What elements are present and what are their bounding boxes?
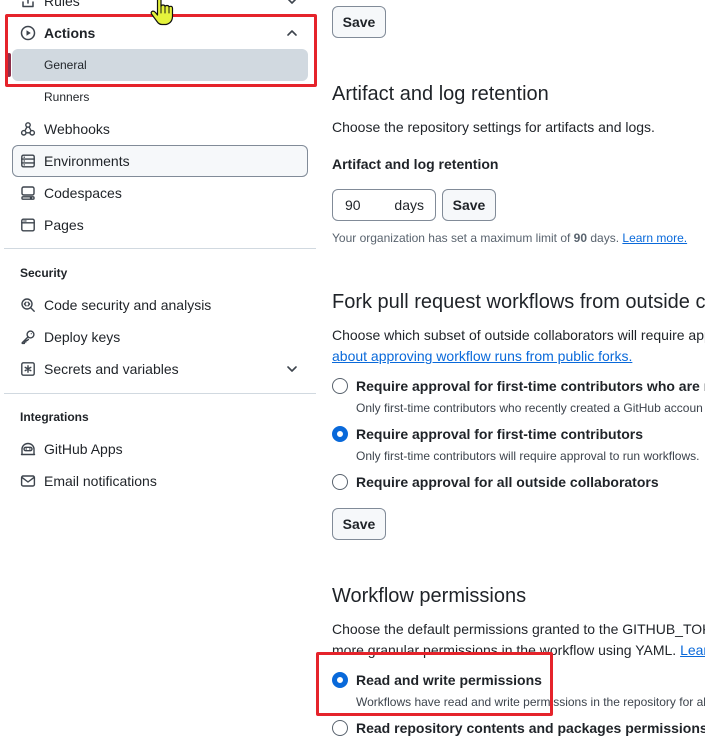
- sidebar-item-label: Secrets and variables: [44, 361, 179, 377]
- sidebar-divider: [4, 248, 316, 249]
- chevron-down-icon: [284, 0, 300, 9]
- asterisk-box-icon: [20, 361, 36, 377]
- radio-button[interactable]: [332, 672, 348, 688]
- save-button[interactable]: Save: [332, 508, 386, 540]
- section-description: about approving workflow runs from publi…: [332, 346, 632, 366]
- sidebar-group-heading: Security: [20, 266, 68, 280]
- save-button[interactable]: Save: [442, 189, 496, 221]
- selected-indicator: [7, 53, 11, 77]
- codespaces-icon: [20, 185, 36, 201]
- mail-icon: [20, 473, 36, 489]
- key-icon: [20, 329, 36, 345]
- chevron-down-icon: [284, 361, 300, 377]
- server-icon: [20, 153, 36, 169]
- sidebar-item-label: Environments: [44, 153, 130, 169]
- note-text: Your organization has set a maximum limi…: [332, 231, 574, 245]
- sidebar-item-label: Runners: [44, 90, 90, 104]
- browser-icon: [20, 217, 36, 233]
- radio-label[interactable]: Require approval for first-time contribu…: [356, 424, 643, 444]
- sidebar-item-environments[interactable]: Environments: [12, 145, 308, 177]
- sidebar-group-heading: Integrations: [20, 410, 89, 424]
- chevron-up-icon: [284, 25, 300, 41]
- sidebar-subitem-general[interactable]: General: [7, 49, 308, 81]
- learn-more-link[interactable]: Learn more.: [622, 231, 687, 245]
- radio-label[interactable]: Read and write permissions: [356, 670, 542, 690]
- section-description: Choose which subset of outside collabora…: [332, 327, 705, 343]
- save-button[interactable]: Save: [332, 6, 386, 38]
- sidebar-item-label: Code security and analysis: [44, 297, 212, 313]
- sidebar-item-label: Actions: [44, 25, 96, 41]
- radio-button[interactable]: [332, 378, 348, 394]
- sidebar-item-pages[interactable]: Pages: [12, 209, 308, 241]
- sidebar-item-secrets-and-variables[interactable]: Secrets and variables: [12, 353, 308, 385]
- settings-sidebar: Rules Actions General Runners Webhooks E…: [0, 0, 320, 744]
- radio-caption: Workflows have read and write permission…: [356, 695, 705, 709]
- approving-workflow-runs-link[interactable]: about approving workflow runs from publi…: [332, 348, 632, 364]
- sidebar-item-label: GitHub Apps: [44, 441, 123, 457]
- sidebar-item-codespaces[interactable]: Codespaces: [12, 177, 308, 209]
- sidebar-divider: [4, 393, 316, 394]
- play-icon: [20, 25, 36, 41]
- field-label: Artifact and log retention: [332, 156, 499, 172]
- hubot-icon: [20, 441, 36, 457]
- sidebar-subitem-runners[interactable]: Runners: [12, 81, 308, 113]
- days-unit-label: days: [394, 197, 424, 213]
- note-text: days.: [587, 231, 623, 245]
- sidebar-item-label: Rules: [44, 0, 80, 9]
- learn-more-link[interactable]: Lear: [680, 642, 705, 658]
- retention-limit-note: Your organization has set a maximum limi…: [332, 229, 687, 247]
- description-text: more granular permissions in the workflo…: [332, 642, 681, 658]
- sidebar-item-code-security[interactable]: Code security and analysis: [12, 289, 308, 321]
- sidebar-item-email-notifications[interactable]: Email notifications: [12, 465, 308, 497]
- sidebar-item-label: Pages: [44, 217, 84, 233]
- radio-button[interactable]: [332, 474, 348, 490]
- radio-caption: Only first-time contributors will requir…: [356, 449, 700, 463]
- sidebar-item-webhooks[interactable]: Webhooks: [12, 113, 308, 145]
- settings-main: Save Artifact and log retention Choose t…: [332, 0, 705, 744]
- retention-days-field[interactable]: days: [332, 189, 436, 221]
- section-heading: Fork pull request workflows from outside…: [332, 291, 705, 313]
- retention-days-input[interactable]: [345, 190, 385, 220]
- sidebar-item-deploy-keys[interactable]: Deploy keys: [12, 321, 308, 353]
- codescan-icon: [20, 297, 36, 313]
- retention-limit-value: 90: [573, 231, 588, 245]
- sidebar-item-label: Deploy keys: [44, 329, 121, 345]
- radio-label[interactable]: Read repository contents and packages pe…: [356, 718, 705, 738]
- radio-caption: Only first-time contributors who recentl…: [356, 401, 703, 415]
- sidebar-item-label: Webhooks: [44, 121, 110, 137]
- section-description: more granular permissions in the workflo…: [332, 640, 705, 660]
- webhook-icon: [20, 121, 36, 137]
- sidebar-item-label: Codespaces: [44, 185, 122, 201]
- radio-label[interactable]: Require approval for first-time contribu…: [356, 376, 705, 396]
- sidebar-item-github-apps[interactable]: GitHub Apps: [12, 433, 308, 465]
- cursor-hand-icon: [148, 0, 176, 26]
- section-heading: Artifact and log retention: [332, 83, 549, 105]
- section-description: Choose the default permissions granted t…: [332, 621, 705, 637]
- section-heading: Workflow permissions: [332, 585, 527, 607]
- radio-label[interactable]: Require approval for all outside collabo…: [356, 472, 659, 492]
- sidebar-item-label: General: [44, 58, 87, 72]
- radio-button[interactable]: [332, 426, 348, 442]
- sidebar-item-label: Email notifications: [44, 473, 157, 489]
- rules-icon: [20, 0, 36, 9]
- radio-button[interactable]: [332, 720, 348, 736]
- section-description: Choose the repository settings for artif…: [332, 119, 655, 135]
